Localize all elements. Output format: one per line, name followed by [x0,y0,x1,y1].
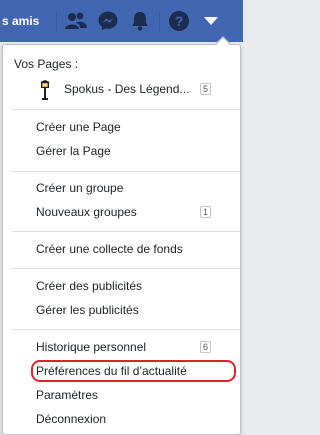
topbar-separator [56,11,57,31]
create-group-item[interactable]: Créer un groupe [3,177,240,199]
divider [12,109,240,110]
divider [12,231,240,232]
news-feed-preferences-label: Préférences du fil d’actualité [36,364,187,378]
notifications-icon[interactable] [127,8,153,34]
page-item-spokus[interactable]: Spokus - Des Légend... 5 [3,78,240,100]
create-group-label: Créer un groupe [36,181,124,195]
activity-log-badge: 6 [200,341,211,353]
new-groups-label: Nouveaux groupes [36,205,137,219]
menu-caret [216,38,230,45]
help-icon[interactable]: ? [166,8,192,34]
manage-page-label: Gérer la Page [36,144,111,158]
create-ads-item[interactable]: Créer des publicités [3,275,240,297]
settings-item[interactable]: Paramètres [3,384,240,406]
new-groups-badge: 1 [200,206,211,218]
topbar-separator [159,11,160,31]
dropdown-arrow-icon[interactable] [198,8,224,34]
divider [12,171,240,172]
new-groups-item[interactable]: Nouveaux groupes 1 [3,201,240,223]
find-friends-link[interactable]: s amis [0,14,52,28]
logout-item[interactable]: Déconnexion [3,408,240,430]
settings-label: Paramètres [36,388,99,402]
divider [12,268,240,269]
create-fundraiser-item[interactable]: Créer une collecte de fonds [3,238,240,260]
create-fundraiser-label: Créer une collecte de fonds [36,242,183,256]
manage-ads-label: Gérer les publicités [36,303,139,317]
activity-log-item[interactable]: Historique personnel 6 [3,336,240,358]
activity-log-label: Historique personnel [36,340,147,354]
top-navigation-bar: s amis ? [0,0,243,42]
divider [12,329,240,330]
news-feed-preferences-item[interactable]: Préférences du fil d’actualité [3,360,240,382]
page-name: Spokus - Des Légend... [64,82,190,96]
logout-label: Déconnexion [36,412,107,426]
create-page-item[interactable]: Créer une Page [3,116,240,138]
svg-text:?: ? [175,13,184,29]
pages-section-title: Vos Pages : [14,57,79,71]
create-page-label: Créer une Page [36,120,121,134]
manage-ads-item[interactable]: Gérer les publicités [3,299,240,321]
account-dropdown-menu: Vos Pages : Spokus - Des Légend... 5 Cré… [2,36,241,435]
messenger-icon[interactable] [95,8,121,34]
page-notification-badge: 5 [200,83,211,95]
manage-page-item[interactable]: Gérer la Page [3,140,240,162]
friends-icon[interactable] [63,8,89,34]
lamp-post-icon [37,80,53,100]
create-ads-label: Créer des publicités [36,279,143,293]
